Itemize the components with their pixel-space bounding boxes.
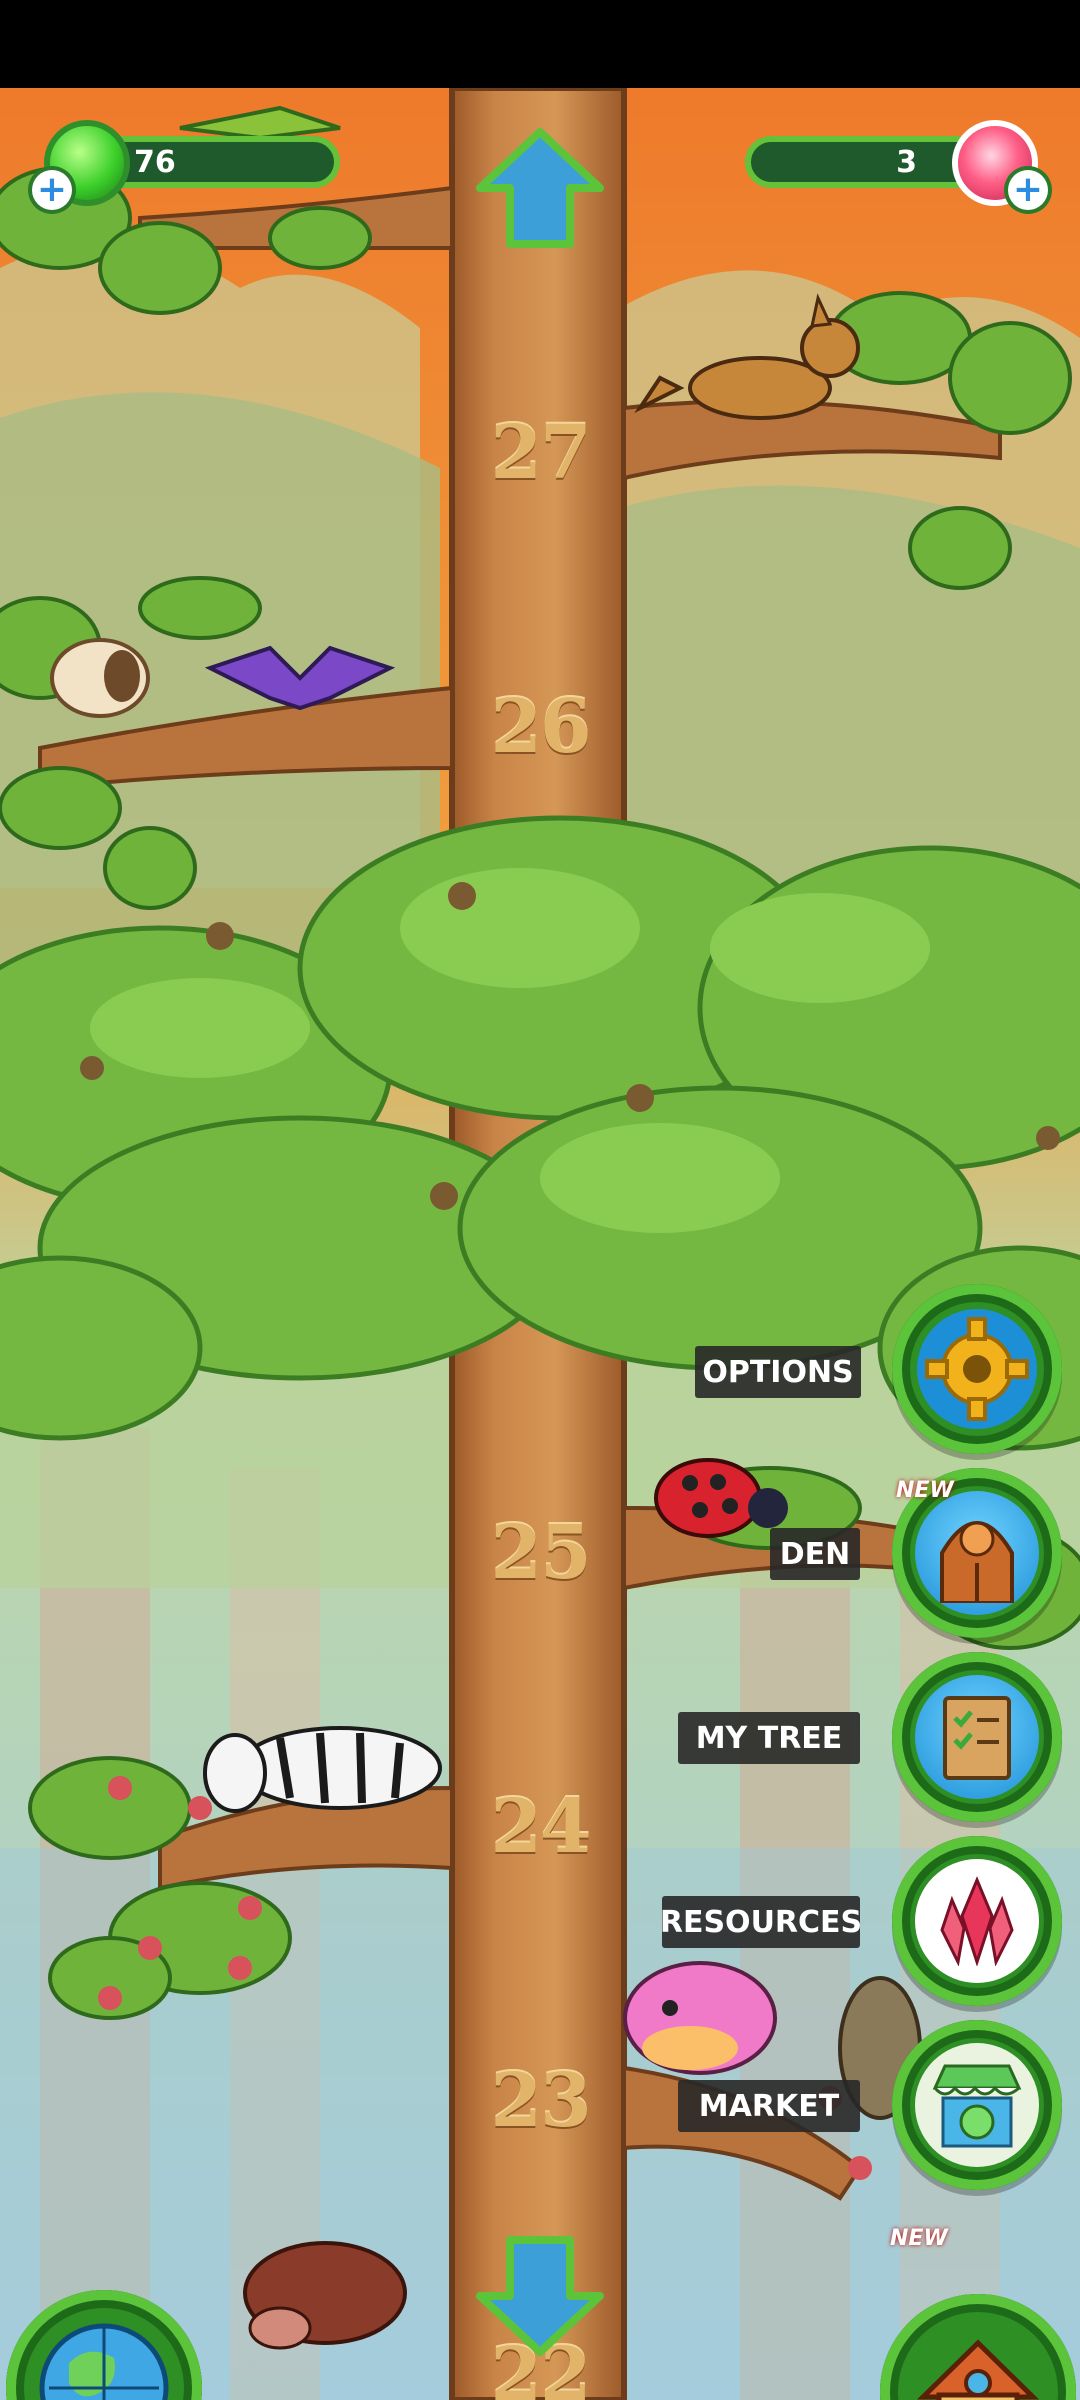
leaf-count: 76: [134, 144, 176, 180]
my-tree-label[interactable]: MY TREE: [678, 1712, 860, 1764]
floor-number: 25: [490, 1510, 592, 1596]
scroll-down-arrow-icon[interactable]: [472, 2234, 608, 2358]
floor-number: 24: [490, 1784, 592, 1870]
clipboard-icon: [915, 1675, 1039, 1799]
add-leaves-button[interactable]: +: [32, 170, 72, 210]
home-new-badge: NEW: [890, 2226, 948, 2251]
gear-icon: [917, 1309, 1037, 1429]
den-door-icon: [915, 1491, 1039, 1615]
den-label[interactable]: DEN: [770, 1528, 860, 1580]
market-button[interactable]: [892, 2020, 1062, 2190]
add-gems-button[interactable]: +: [1008, 170, 1048, 210]
options-label[interactable]: OPTIONS: [695, 1346, 861, 1398]
my-tree-button[interactable]: [892, 1652, 1062, 1822]
gem-count: 3: [896, 144, 917, 180]
resources-label[interactable]: RESOURCES: [660, 1896, 862, 1948]
resources-button[interactable]: [892, 1836, 1062, 2006]
floor-number: 26: [490, 684, 592, 770]
scroll-up-arrow-icon[interactable]: [472, 126, 608, 250]
game-scene: 76 + 3 + 27 26 25 24 23 22 OPTIONS DEN N…: [0, 88, 1080, 2400]
market-stall-icon: [915, 2043, 1039, 2167]
globe-icon: [39, 2323, 169, 2400]
floor-number: 23: [490, 2058, 592, 2144]
house-icon: [916, 2339, 1040, 2400]
den-new-badge: NEW: [896, 1478, 954, 1503]
crystal-icon: [915, 1859, 1039, 1983]
gem-currency-bar: 3: [745, 136, 985, 188]
options-button[interactable]: [892, 1284, 1062, 1454]
floor-number: 27: [490, 410, 592, 496]
market-label[interactable]: MARKET: [678, 2080, 860, 2132]
status-bar: [0, 0, 1080, 88]
